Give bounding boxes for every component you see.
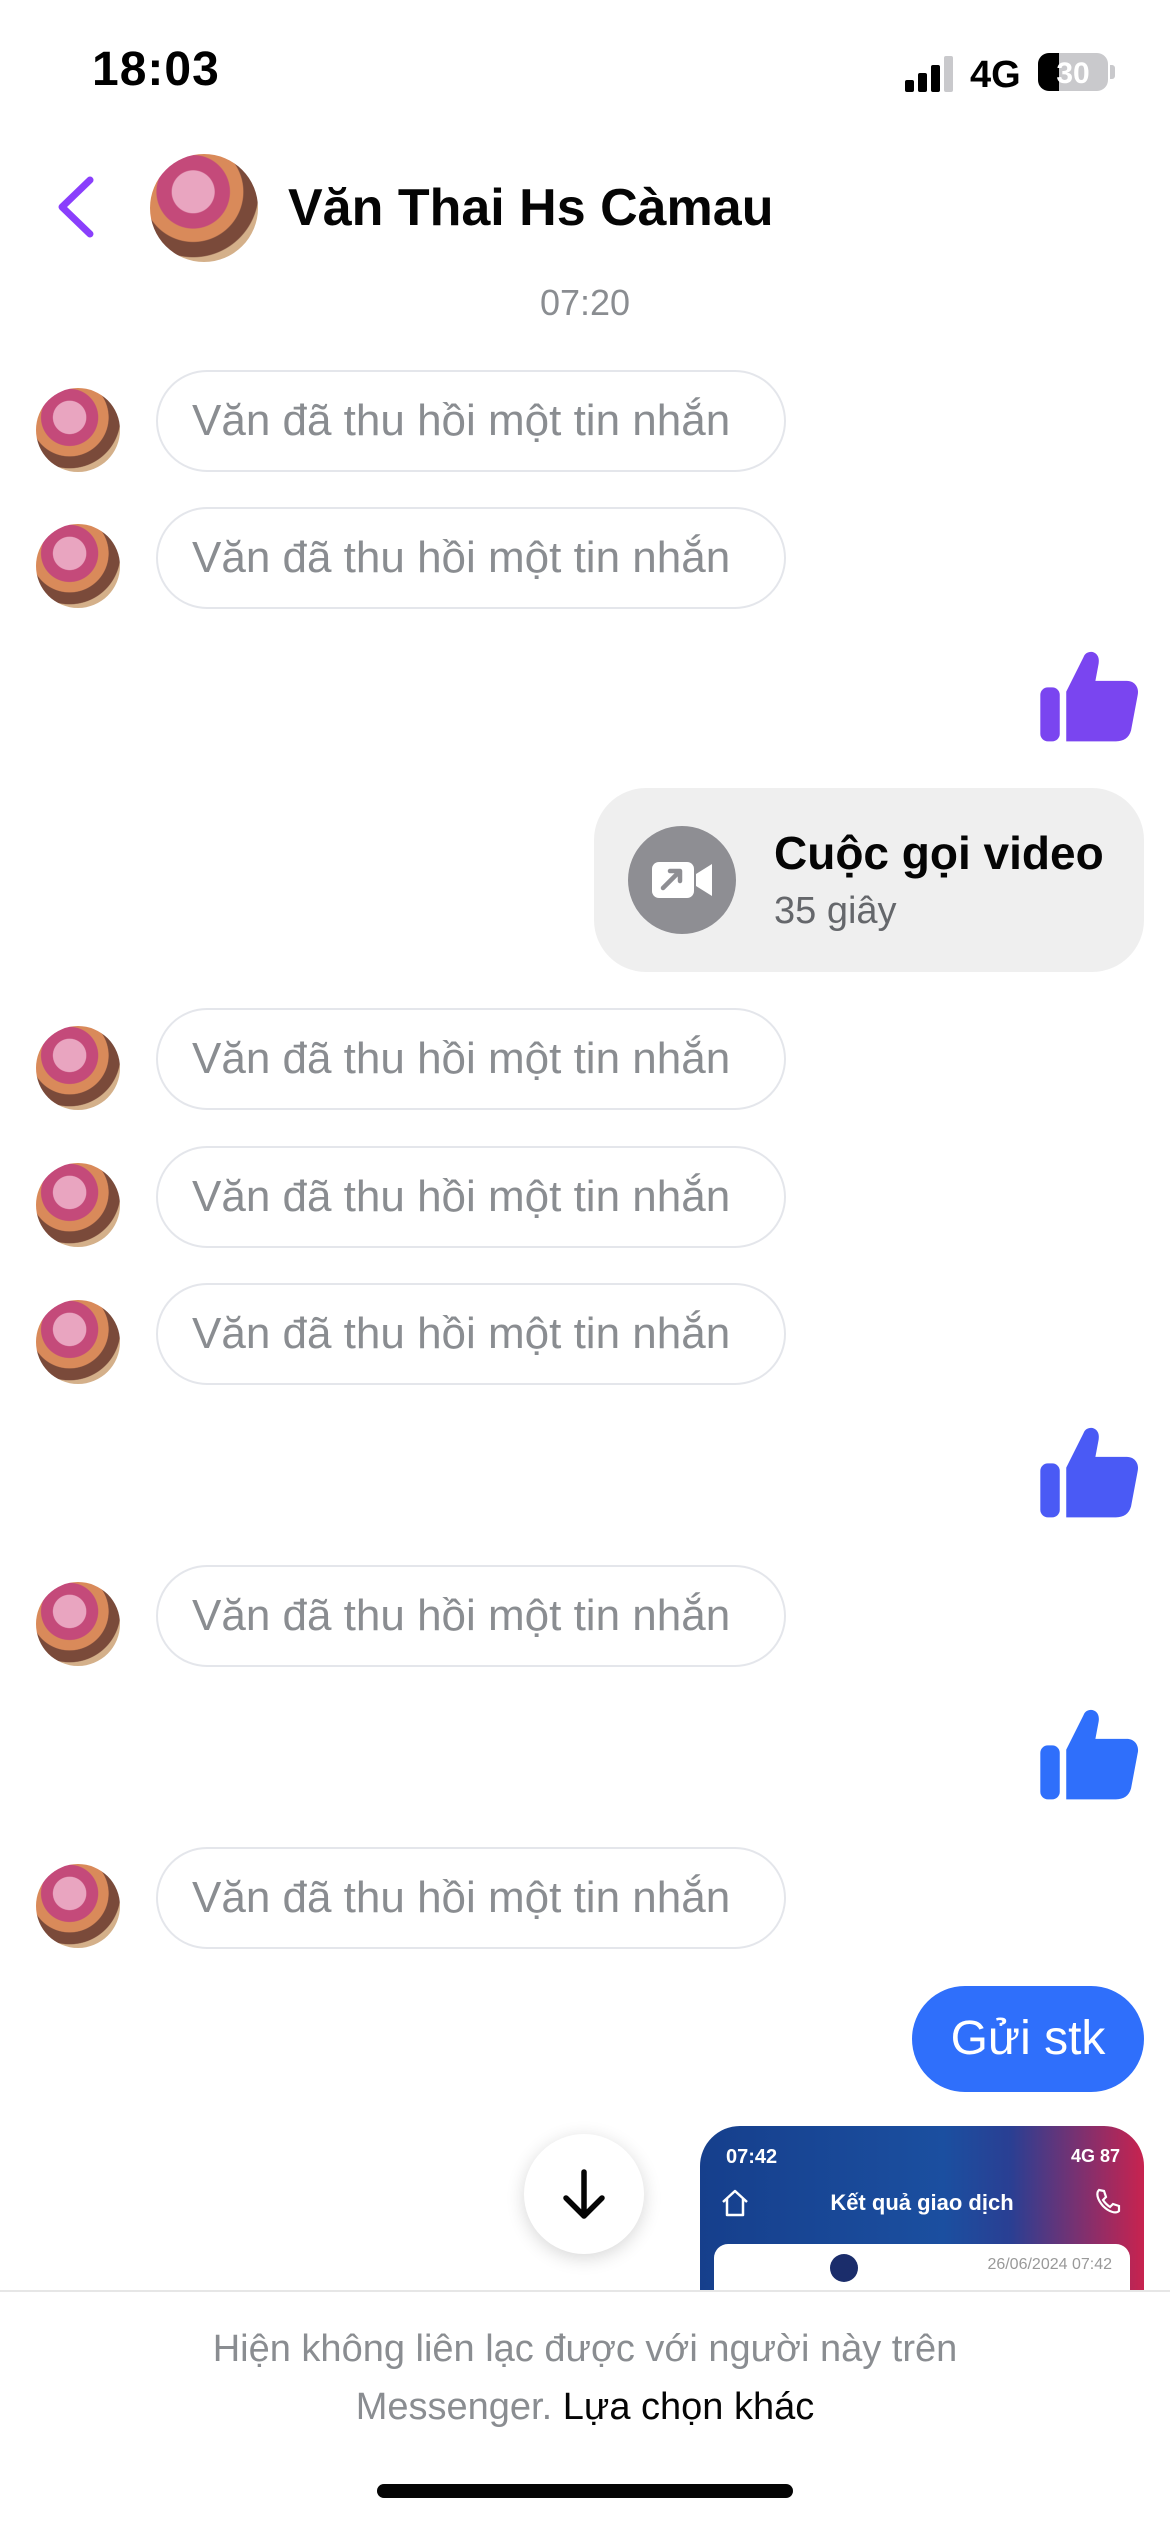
- preview-status: 4G 87: [1070, 2146, 1120, 2166]
- unsent-message[interactable]: Văn đã thu hồi một tin nhắn: [156, 507, 786, 609]
- chat-header: Văn Thai Hs Càmau: [0, 150, 1170, 270]
- sender-avatar[interactable]: [36, 1163, 120, 1247]
- sender-avatar[interactable]: [36, 1300, 120, 1384]
- arrow-down-icon: [563, 2169, 605, 2219]
- status-bar: 18:03 4G 30: [0, 0, 1170, 150]
- preview-card: 26/06/2024 07:42: [714, 2244, 1130, 2294]
- video-call-bubble[interactable]: Cuộc gọi video 35 giây: [594, 788, 1144, 972]
- thumbs-up-icon[interactable]: [1036, 1418, 1144, 1526]
- home-indicator[interactable]: [377, 2484, 793, 2498]
- scroll-to-bottom-button[interactable]: [524, 2134, 644, 2254]
- contact-name[interactable]: Văn Thai Hs Càmau: [288, 178, 773, 238]
- sender-avatar[interactable]: [36, 524, 120, 608]
- preview-title: Kết quả giao dịch: [830, 2190, 1014, 2215]
- battery-cap: [1110, 65, 1115, 79]
- unsent-message[interactable]: Văn đã thu hồi một tin nhắn: [156, 1283, 786, 1385]
- message-timestamp: 07:20: [539, 282, 631, 323]
- contact-avatar[interactable]: [150, 154, 258, 262]
- unavailable-notice: Hiện không liên lạc được với người này t…: [0, 2320, 1170, 2436]
- other-options-link[interactable]: Lựa chọn khác: [563, 2386, 815, 2428]
- footer: Hiện không liên lạc được với người này t…: [0, 2290, 1170, 2532]
- notice-line-2: Messenger. Lựa chọn khác: [0, 2378, 1170, 2436]
- chevron-left-icon: [58, 176, 94, 238]
- sender-avatar[interactable]: [36, 1864, 120, 1948]
- preview-date: 26/06/2024 07:42: [987, 2256, 1112, 2273]
- unsent-message[interactable]: Văn đã thu hồi một tin nhắn: [156, 1146, 786, 1248]
- sender-avatar[interactable]: [36, 1582, 120, 1666]
- call-duration: 35 giây: [774, 890, 897, 932]
- battery-percent: 30: [1056, 57, 1090, 90]
- notice-line-1: Hiện không liên lạc được với người này t…: [212, 2328, 958, 2370]
- preview-logo: [830, 2254, 858, 2282]
- signal-icon: [905, 56, 957, 92]
- status-time: 18:03: [92, 43, 220, 96]
- unsent-message[interactable]: Văn đã thu hồi một tin nhắn: [156, 1565, 786, 1667]
- network-type: 4G: [970, 54, 1021, 96]
- call-title: Cuộc gọi video: [774, 827, 1104, 879]
- thumbs-up-icon[interactable]: [1036, 1700, 1144, 1808]
- sent-message[interactable]: Gửi stk: [912, 1986, 1144, 2092]
- unsent-message[interactable]: Văn đã thu hồi một tin nhắn: [156, 1847, 786, 1949]
- unsent-message[interactable]: Văn đã thu hồi một tin nhắn: [156, 1008, 786, 1110]
- image-attachment[interactable]: 07:42 4G 87 Kết quả giao dịch 26/06/2024…: [700, 2126, 1144, 2294]
- video-call-icon: [628, 826, 736, 934]
- phone-icon: [1096, 2188, 1121, 2214]
- sender-avatar[interactable]: [36, 388, 120, 472]
- thumbs-up-icon[interactable]: [1036, 642, 1144, 750]
- back-button[interactable]: [48, 172, 108, 242]
- battery-icon: 30: [1038, 53, 1108, 91]
- notice-text-2: Messenger.: [355, 2386, 553, 2428]
- preview-time: 07:42: [726, 2146, 778, 2168]
- sender-avatar[interactable]: [36, 1026, 120, 1110]
- unsent-message[interactable]: Văn đã thu hồi một tin nhắn: [156, 370, 786, 472]
